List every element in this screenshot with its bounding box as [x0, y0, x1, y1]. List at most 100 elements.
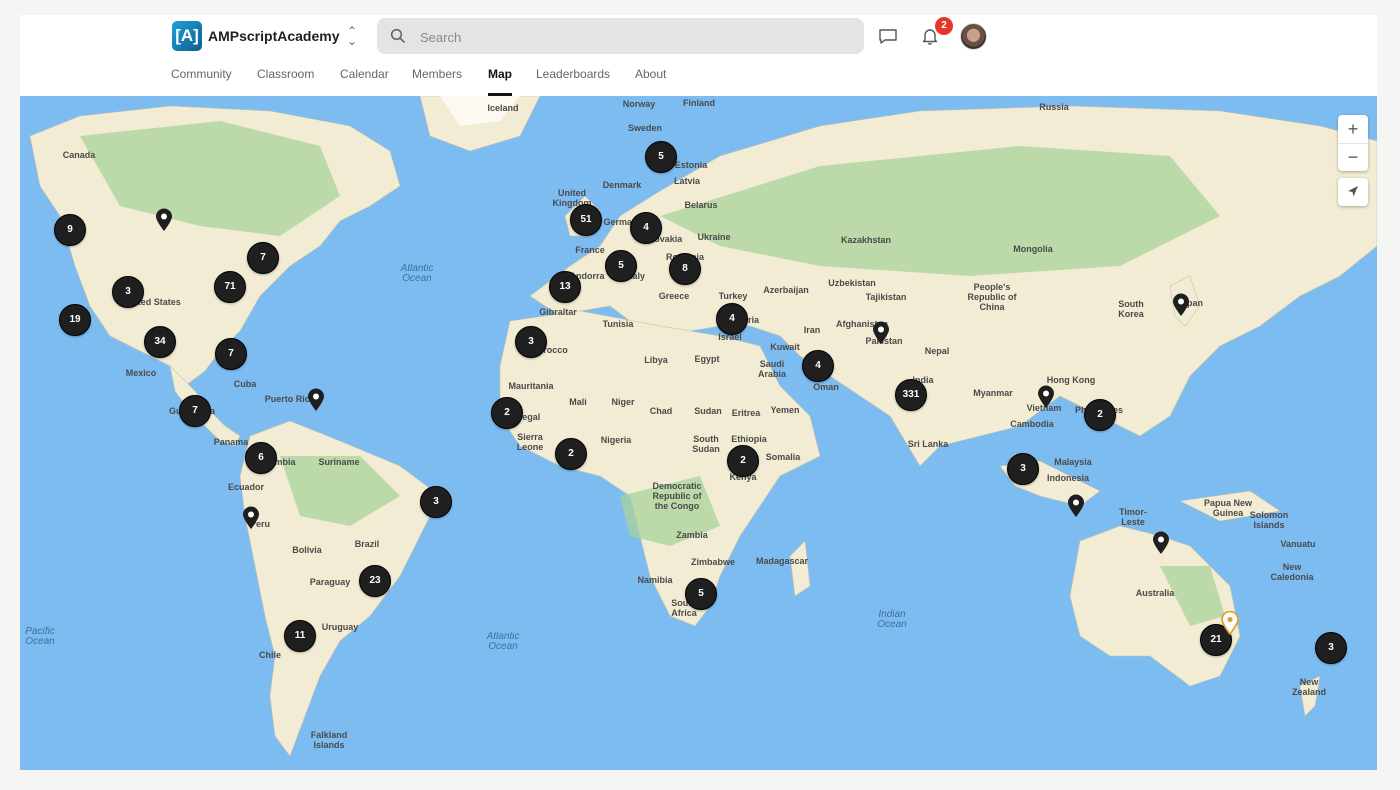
- label-paraguay: Paraguay: [309, 577, 351, 587]
- member-pin-icon[interactable]: [872, 321, 890, 345]
- label-hong-kong: Hong Kong: [1046, 375, 1096, 385]
- member-cluster[interactable]: 3: [1007, 453, 1039, 485]
- label-greece: Greece: [658, 291, 690, 301]
- nav-about[interactable]: About: [635, 67, 666, 81]
- label-estonia: Estonia: [674, 160, 708, 170]
- label-indian-ocean: Indian Ocean: [877, 609, 907, 630]
- label-pacific-ocean: Pacific Ocean: [25, 626, 55, 647]
- member-cluster[interactable]: 3: [1315, 632, 1347, 664]
- search-bar[interactable]: [377, 18, 864, 56]
- zoom-in-button[interactable]: +: [1338, 115, 1368, 144]
- member-cluster[interactable]: 5: [605, 250, 637, 282]
- notification-badge: 2: [935, 17, 953, 35]
- member-cluster[interactable]: 3: [515, 326, 547, 358]
- top-bar: [A] AMPscriptAcademy ⌃⌄ 2 Community Clas…: [20, 15, 1377, 97]
- search-icon: [390, 28, 405, 43]
- label-yemen: Yemen: [770, 405, 800, 415]
- label-brazil: Brazil: [354, 539, 380, 549]
- nav-leaderboards[interactable]: Leaderboards: [536, 67, 610, 81]
- member-cluster[interactable]: 23: [359, 565, 391, 597]
- label-china: People's Republic of China: [967, 282, 1017, 312]
- member-cluster[interactable]: 2: [727, 445, 759, 477]
- member-cluster[interactable]: 4: [630, 212, 662, 244]
- label-ukraine: Ukraine: [697, 232, 731, 242]
- label-south-korea: South Korea: [1118, 299, 1144, 319]
- member-cluster[interactable]: 3: [420, 486, 452, 518]
- chat-icon[interactable]: [877, 25, 899, 47]
- label-chad: Chad: [649, 406, 673, 416]
- label-vanuatu: Vanuatu: [1280, 539, 1316, 549]
- community-name[interactable]: AMPscriptAcademy: [208, 28, 340, 44]
- label-tunisia: Tunisia: [602, 319, 634, 329]
- member-cluster[interactable]: 331: [895, 379, 927, 411]
- zoom-out-button[interactable]: −: [1338, 144, 1368, 171]
- label-turkey: Turkey: [718, 291, 748, 301]
- label-mexico: Mexico: [125, 368, 157, 378]
- member-pin-icon[interactable]: [1067, 494, 1085, 518]
- member-cluster[interactable]: 7: [179, 395, 211, 427]
- label-denmark: Denmark: [602, 180, 642, 190]
- label-azerbaijan: Azerbaijan: [763, 285, 809, 295]
- member-pin-icon[interactable]: [1172, 293, 1190, 317]
- member-pin-icon[interactable]: [1037, 385, 1055, 409]
- label-atlantic-ocean-north: Atlantic Ocean: [400, 263, 434, 284]
- nav-calendar[interactable]: Calendar: [340, 67, 389, 81]
- member-cluster[interactable]: 3: [112, 276, 144, 308]
- label-oman: Oman: [813, 382, 839, 392]
- member-pin-icon[interactable]: [307, 388, 325, 412]
- member-cluster[interactable]: 34: [144, 326, 176, 358]
- member-cluster[interactable]: 4: [802, 350, 834, 382]
- label-egypt: Egypt: [694, 354, 720, 364]
- member-cluster[interactable]: 2: [1084, 399, 1116, 431]
- member-cluster[interactable]: 2: [555, 438, 587, 470]
- community-logo[interactable]: [A]: [172, 21, 202, 51]
- current-user-pin-icon[interactable]: [1221, 611, 1239, 635]
- member-cluster[interactable]: 7: [215, 338, 247, 370]
- label-tajikistan: Tajikistan: [865, 292, 907, 302]
- member-cluster[interactable]: 71: [214, 271, 246, 303]
- label-atlantic-ocean-south: Atlantic Ocean: [486, 631, 520, 652]
- locate-button[interactable]: [1338, 178, 1368, 206]
- member-cluster[interactable]: 5: [685, 578, 717, 610]
- nav-map[interactable]: Map: [488, 67, 512, 81]
- nav-community[interactable]: Community: [171, 67, 232, 81]
- member-pin-icon[interactable]: [155, 208, 173, 232]
- nav-members[interactable]: Members: [412, 67, 462, 81]
- user-avatar[interactable]: [960, 23, 987, 50]
- label-france: France: [575, 245, 605, 255]
- member-cluster[interactable]: 11: [284, 620, 316, 652]
- member-cluster[interactable]: 2: [491, 397, 523, 429]
- label-russia: Russia: [1039, 102, 1069, 112]
- member-pin-icon[interactable]: [242, 506, 260, 530]
- label-libya: Libya: [644, 355, 668, 365]
- world-map[interactable]: Canada United States Mexico Cuba Puerto …: [20, 96, 1377, 770]
- nav-classroom[interactable]: Classroom: [257, 67, 314, 81]
- label-new-caledonia: New Caledonia: [1270, 562, 1314, 582]
- member-pin-icon[interactable]: [1152, 531, 1170, 555]
- member-cluster[interactable]: 7: [247, 242, 279, 274]
- member-cluster[interactable]: 9: [54, 214, 86, 246]
- member-cluster[interactable]: 51: [570, 204, 602, 236]
- member-cluster[interactable]: 5: [645, 141, 677, 173]
- label-sri-lanka: Sri Lanka: [907, 439, 949, 449]
- search-input[interactable]: [418, 18, 842, 56]
- label-nepal: Nepal: [924, 346, 950, 356]
- label-saudi-arabia: Saudi Arabia: [757, 359, 786, 379]
- locate-arrow-icon: [1348, 186, 1358, 197]
- member-cluster[interactable]: 13: [549, 271, 581, 303]
- label-namibia: Namibia: [637, 575, 673, 585]
- member-cluster[interactable]: 8: [669, 253, 701, 285]
- label-cuba: Cuba: [233, 379, 257, 389]
- label-norway: Norway: [622, 99, 656, 109]
- community-switcher-icon[interactable]: ⌃ ⌄: [345, 25, 359, 47]
- label-mauritania: Mauritania: [508, 381, 554, 391]
- app-frame: [A] AMPscriptAcademy ⌃⌄ 2 Community Clas…: [20, 15, 1377, 770]
- label-new-zealand: New Zealand: [1291, 677, 1326, 697]
- label-drc: Democratic Republic of the Congo: [652, 481, 702, 511]
- label-madagascar: Madagascar: [755, 556, 809, 566]
- label-south-sudan: South Sudan: [692, 434, 720, 454]
- member-cluster[interactable]: 4: [716, 303, 748, 335]
- member-cluster[interactable]: 6: [245, 442, 277, 474]
- member-cluster[interactable]: 19: [59, 304, 91, 336]
- label-mali: Mali: [569, 397, 587, 407]
